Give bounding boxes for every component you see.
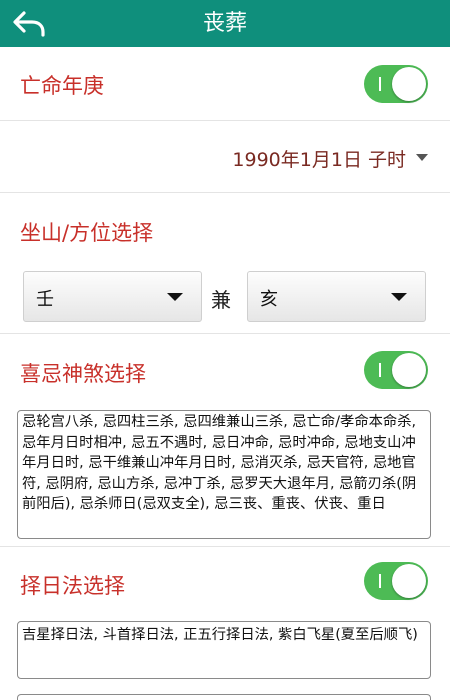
date-selector-row[interactable]: 1990年1月1日 子时	[0, 121, 450, 193]
method-text-box[interactable]: 吉星择日法, 斗首择日法, 正五行择日法, 紫白飞星(夏至后顺飞)	[17, 621, 431, 679]
death-date-toggle[interactable]	[364, 65, 428, 103]
chevron-down-icon	[167, 293, 183, 301]
next-field-edge	[17, 694, 431, 700]
dropdown-triangle-icon[interactable]	[416, 154, 428, 161]
death-date-label: 亡命年庚	[20, 74, 104, 98]
direction-right-value: 亥	[260, 289, 278, 310]
method-section: 择日法选择	[0, 547, 450, 617]
method-text: 吉星择日法, 斗首择日法, 正五行择日法, 紫白飞星(夏至后顺飞)	[22, 627, 418, 643]
toggle-knob	[392, 67, 426, 101]
method-toggle[interactable]	[364, 562, 428, 600]
page-title: 丧葬	[202, 11, 247, 36]
direction-section: 坐山/方位选择	[0, 193, 450, 265]
toggle-on-mark	[379, 363, 381, 377]
method-label: 择日法选择	[20, 574, 125, 598]
direction-right-select[interactable]: 亥	[247, 271, 426, 322]
chevron-down-icon	[391, 293, 407, 301]
direction-label: 坐山/方位选择	[20, 221, 154, 245]
direction-connector: 兼	[211, 288, 231, 312]
toggle-on-mark	[379, 77, 381, 91]
date-value[interactable]: 1990年1月1日 子时	[232, 145, 406, 172]
taboo-label: 喜忌神煞选择	[20, 362, 146, 386]
direction-left-value: 壬	[36, 289, 54, 310]
top-bar: 丧葬	[0, 0, 450, 47]
toggle-knob	[392, 353, 426, 387]
taboo-toggle[interactable]	[364, 351, 428, 389]
bottom-strip	[0, 690, 450, 700]
taboo-section: 喜忌神煞选择	[0, 334, 450, 406]
direction-left-select[interactable]: 壬	[23, 271, 202, 322]
death-date-section: 亡命年庚	[0, 47, 450, 121]
toggle-knob	[392, 564, 426, 598]
taboo-text: 忌轮宫八杀, 忌四柱三杀, 忌四维兼山三杀, 忌亡命/孝命本命杀, 忌年月日时相…	[22, 414, 417, 512]
taboo-text-box[interactable]: 忌轮宫八杀, 忌四柱三杀, 忌四维兼山三杀, 忌亡命/孝命本命杀, 忌年月日时相…	[17, 410, 431, 539]
toggle-on-mark	[379, 574, 381, 588]
